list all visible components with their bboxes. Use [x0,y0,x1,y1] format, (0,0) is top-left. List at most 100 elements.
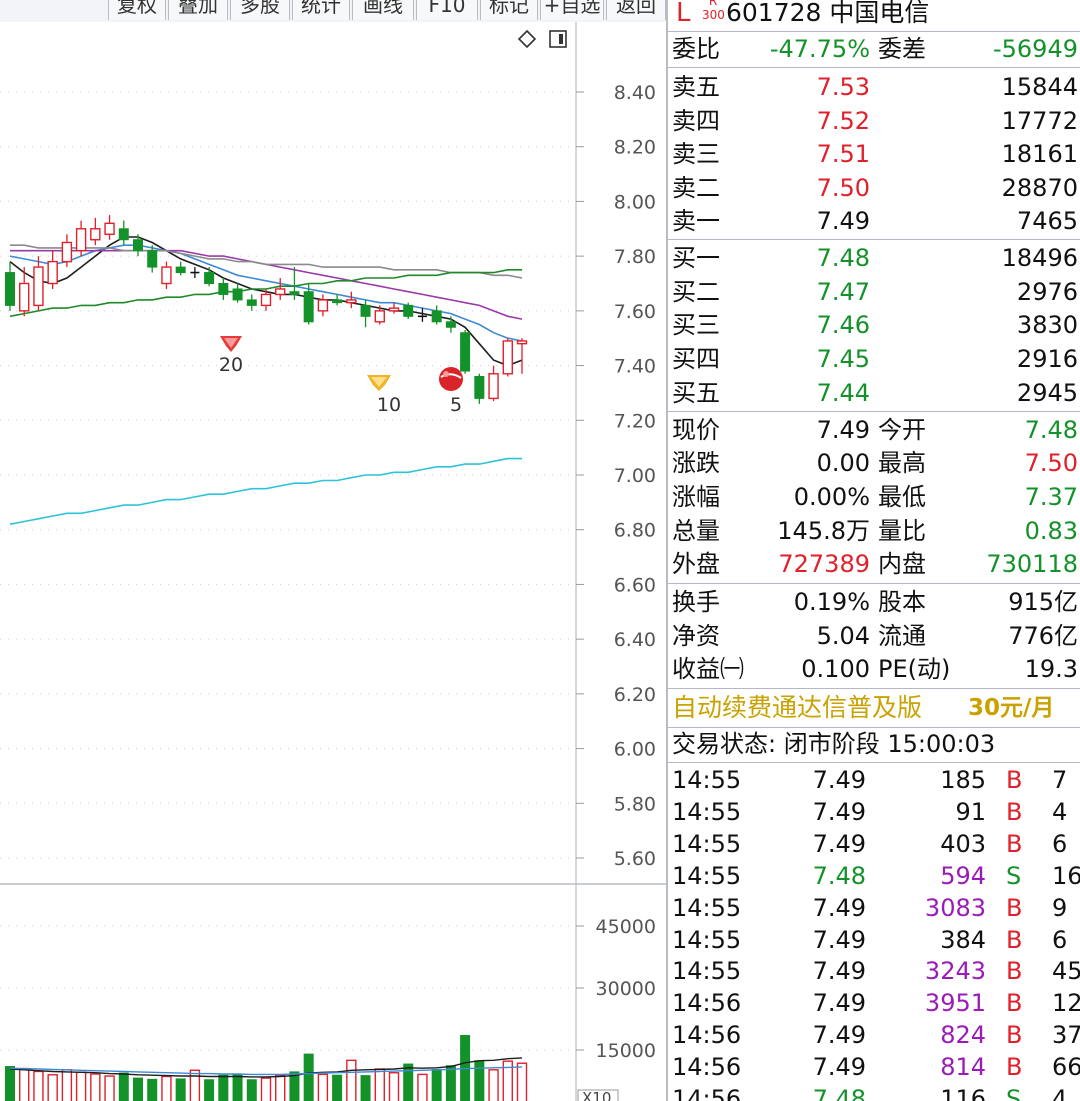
overlay-button[interactable]: 叠加 [168,0,228,20]
tick-row[interactable]: 14:56 7.49 824 B 37 [668,1018,1080,1052]
candle-body [19,282,30,312]
tick-time: 14:55 [672,861,742,890]
bid-volume: 18496 [1001,244,1078,272]
ask-row[interactable]: 卖二 7.50 28870 [668,171,1080,205]
tick-volume: 3083 [924,893,986,922]
bid-row[interactable]: 买二 7.47 2976 [668,275,1080,309]
volume-bar [75,1071,87,1101]
candlestick [403,302,414,320]
kline-chart-svg[interactable]: 8.40 8.20 8.00 7.80 7.60 7.40 7.20 7.00 6.80 6.60… [0,22,666,1101]
chart-toolbar: 复权 叠加 多股 统计 画线 F10 标记 +自选 返回 [0,0,666,23]
order-diff-label: 委差 [878,35,926,63]
price-axis-label: 8.20 [614,137,656,159]
promo-price[interactable]: 30元/月 [968,690,1054,726]
candle-body [133,239,143,252]
tick-side: B [1006,957,1023,986]
bid-row[interactable]: 买一 7.48 18496 [668,241,1080,275]
trade-status-text: 交易状态: 闭市阶段 15:00:03 [672,730,996,758]
tick-volume: 824 [940,1021,986,1050]
tick-row[interactable]: 14:55 7.48 594 S 16 [668,859,1080,893]
tick-row[interactable]: 14:56 7.48 116 S 4 [668,1082,1080,1101]
price-axis-label: 6.00 [614,739,656,761]
price-axis-label: 6.20 [614,684,656,706]
tick-side: B [1006,829,1023,858]
bid-row[interactable]: 买四 7.45 2916 [668,342,1080,376]
multi-stock-button[interactable]: 多股 [230,0,290,20]
open-value: 7.48 [1024,416,1078,444]
volume-bar [488,1069,499,1101]
tick-count: 9 [1052,893,1068,922]
volume-bar [332,1074,343,1101]
volume-bar [474,1060,485,1101]
mark-button[interactable]: 标记 [480,0,538,20]
bid-volume: 2976 [1016,278,1078,306]
tick-row[interactable]: 14:55 7.49 3083 B 9 [668,891,1080,925]
statistics-button[interactable]: 统计 [292,0,350,20]
turnover-label: 换手 [672,588,720,616]
f10-button[interactable]: F10 [416,0,478,20]
candle-body [332,299,343,304]
tick-count: 126 [1052,989,1080,1018]
tick-row[interactable]: 14:56 7.49 3951 B 126 [668,986,1080,1020]
ask-row[interactable]: 卖三 7.51 18161 [668,137,1080,171]
stats-row: 涨跌 0.00 最高 7.50 [668,446,1080,480]
kline-chart-area[interactable]: 8.40 8.20 8.00 7.80 7.60 7.40 7.20 7.00 6.80 6.60… [0,22,666,1101]
tick-row[interactable]: 14:55 7.49 3243 B 45 [668,954,1080,988]
ask-label: 卖二 [672,174,720,202]
candle-body [246,299,257,306]
ask-volume: 17772 [1001,107,1078,135]
volume-scale-label: X10 [582,1089,611,1101]
tick-side: B [1006,1021,1023,1050]
flag-l-badge: L [676,0,691,28]
ask-row[interactable]: 卖四 7.52 17772 [668,104,1080,138]
tick-row[interactable]: 14:55 7.49 384 B 6 [668,923,1080,957]
volume-bar [360,1075,371,1101]
ask-row[interactable]: 卖五 7.53 15844 [668,70,1080,104]
float-shares-label: 流通 [878,622,926,650]
candle-body [516,340,528,345]
draw-line-button[interactable]: 画线 [352,0,414,20]
tick-time: 14:55 [672,957,742,986]
open-label: 今开 [878,416,926,444]
bid-row[interactable]: 买五 7.44 2945 [668,376,1080,410]
tick-side: B [1006,766,1023,794]
candle-body [275,288,286,296]
tick-row[interactable]: 14:56 7.49 814 B 66 [668,1050,1080,1084]
red-ball-marker-icon[interactable] [439,367,463,391]
ask-price: 7.51 [816,140,870,168]
tick-side: S [1006,1085,1022,1101]
candle-body [61,241,73,263]
tick-row[interactable]: 14:55 7.49 91 B 4 [668,795,1080,829]
volume-bar [189,1069,201,1101]
promo-banner[interactable]: 自动续费通达信普及版 30元/月 [668,690,1080,726]
bid-row[interactable]: 买三 7.46 3830 [668,308,1080,342]
candle-body [232,288,243,301]
inner-volume-label: 内盘 [878,550,926,578]
tick-row[interactable]: 14:55 7.49 185 B 7 [668,763,1080,797]
back-button[interactable]: 返回 [606,0,666,20]
ask-row[interactable]: 卖一 7.49 7465 [668,204,1080,238]
restore-rights-button[interactable]: 复权 [108,0,166,20]
candle-body [118,228,129,241]
volume-bar [161,1075,172,1101]
bid-price: 7.48 [816,244,870,272]
tick-row[interactable]: 14:55 7.49 403 B 6 [668,827,1080,861]
bid-price: 7.47 [816,278,870,306]
earnings-label: 收益㈠ [672,655,744,683]
order-ratio-row: 委比 -47.75% 委差 -56949 [668,32,1080,66]
volume-bar [204,1079,215,1101]
bid-volume: 2945 [1016,379,1078,407]
candle-body [374,310,385,323]
candle-body [218,283,229,295]
promo-text[interactable]: 自动续费通达信普及版 [672,690,922,726]
volume-axis-label: 30000 [596,978,656,1000]
stock-code-name[interactable]: 601728 中国电信 [726,0,929,30]
candle-body [90,228,101,241]
total-volume-value: 145.8万 [777,517,870,545]
marker-label-10: 10 [377,394,401,416]
candle-body [175,266,186,274]
price-axis-label: 8.40 [614,82,656,104]
add-watchlist-button[interactable]: +自选 [540,0,604,20]
tick-time: 14:56 [672,989,742,1018]
order-diff-value: -56949 [992,35,1078,63]
